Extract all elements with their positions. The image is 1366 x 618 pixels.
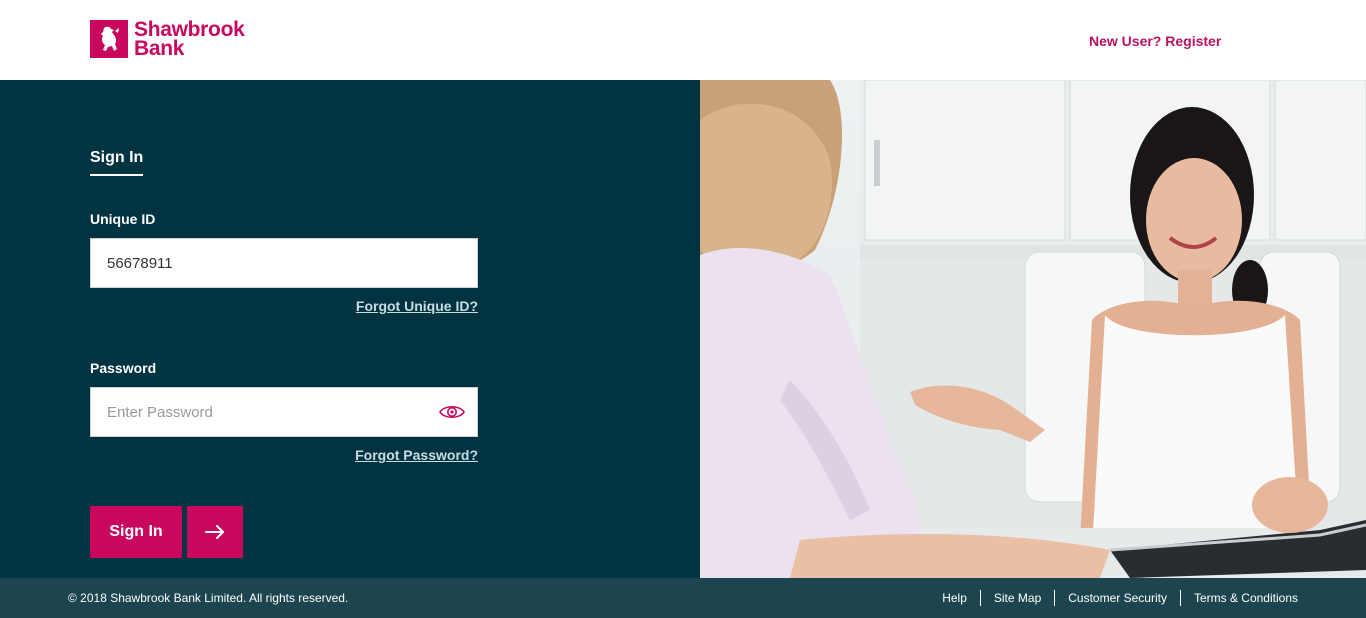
copyright-text: © 2018 Shawbrook Bank Limited. All right… [68, 591, 349, 605]
footer-link-site-map[interactable]: Site Map [981, 590, 1054, 606]
footer-link-customer-security[interactable]: Customer Security [1055, 590, 1180, 606]
arrow-right-icon [205, 525, 224, 539]
register-link[interactable]: New User? Register [1089, 33, 1221, 49]
eye-icon[interactable] [439, 402, 465, 422]
forgot-password-link[interactable]: Forgot Password? [355, 447, 478, 463]
unique-id-input[interactable] [91, 239, 477, 287]
footer-link-terms[interactable]: Terms & Conditions [1181, 590, 1298, 606]
shawbrook-logo[interactable]: Shawbrook Bank [90, 19, 245, 60]
site-footer: © 2018 Shawbrook Bank Limited. All right… [0, 578, 1366, 618]
logo-line-2: Bank [134, 37, 185, 60]
password-field-box [90, 387, 478, 437]
lion-icon [90, 20, 128, 58]
password-input[interactable] [91, 388, 477, 436]
tab-sign-in[interactable]: Sign In [90, 149, 144, 176]
unique-id-label: Unique ID [90, 211, 156, 227]
sign-in-button[interactable]: Sign In [90, 506, 182, 558]
office-meeting-illustration [700, 80, 1366, 578]
signin-panel: Sign In Unique ID Forgot Unique ID? Pass… [0, 80, 700, 578]
sign-in-arrow-button[interactable] [187, 506, 243, 558]
logo-wordmark: Shawbrook Bank [134, 19, 245, 60]
password-label: Password [90, 360, 157, 376]
footer-link-help[interactable]: Help [929, 590, 980, 606]
site-header: Shawbrook Bank New User? Register [0, 0, 1366, 80]
hero-photo [700, 80, 1366, 578]
unique-id-field-box [90, 238, 478, 288]
forgot-unique-id-link[interactable]: Forgot Unique ID? [356, 298, 478, 314]
footer-links: Help Site Map Customer Security Terms & … [929, 590, 1298, 606]
